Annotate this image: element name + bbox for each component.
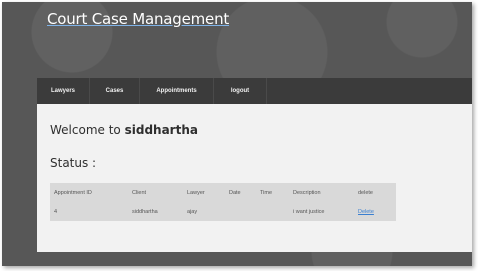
col-header-delete: delete (358, 189, 373, 196)
col-header-lawyer: Lawyer (187, 189, 205, 196)
username: siddhartha (124, 123, 198, 137)
main-content: Welcome to siddhartha Status : Appointme… (37, 104, 472, 252)
col-header-appointment-id: Appointment ID (54, 189, 92, 196)
cell-delete: Delete (358, 202, 396, 221)
col-header-description: Description (293, 189, 321, 196)
browser-viewport: Court Case Management Lawyers Cases Appo… (0, 0, 478, 271)
nav-appointments[interactable]: Appointments (140, 78, 214, 104)
appointments-table-container: Appointment ID Client Lawyer Date Time D… (50, 183, 396, 221)
nav-cases[interactable]: Cases (90, 78, 140, 104)
nav-lawyers[interactable]: Lawyers (37, 78, 90, 104)
status-heading: Status : (50, 156, 97, 170)
appointments-table: Appointment ID Client Lawyer Date Time D… (50, 183, 396, 221)
cell-description: i want justice (293, 208, 325, 215)
main-navigation: Lawyers Cases Appointments logout (37, 78, 472, 104)
cell-client: siddhartha (132, 208, 158, 215)
col-header-client: Client (132, 189, 147, 196)
site-title[interactable]: Court Case Management (47, 10, 229, 28)
col-header-time: Time (260, 189, 273, 196)
cell-date (229, 202, 260, 221)
welcome-message: Welcome to siddhartha (50, 123, 198, 137)
cell-appointment-id: 4 (54, 208, 58, 215)
table-header-row: Appointment ID Client Lawyer Date Time D… (50, 183, 396, 202)
cell-lawyer: ajay (187, 208, 198, 215)
table-row: 4 siddhartha ajay i want justice Delete (50, 202, 396, 221)
delete-link[interactable]: Delete (358, 209, 374, 215)
col-header-date: Date (229, 189, 241, 196)
nav-logout[interactable]: logout (214, 78, 267, 104)
welcome-prefix: Welcome to (50, 123, 121, 137)
cell-time (260, 202, 293, 221)
